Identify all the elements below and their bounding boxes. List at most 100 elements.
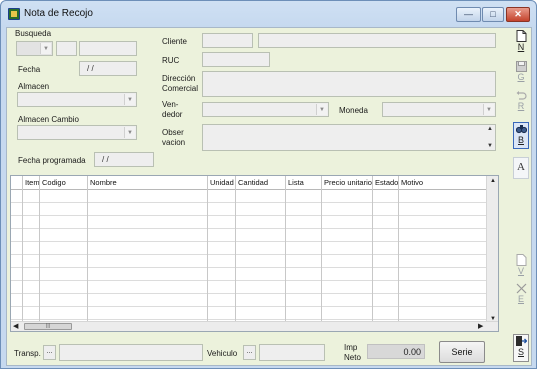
undo-icon xyxy=(516,91,527,100)
title-bar: Nota de Recojo — □ ✕ xyxy=(1,1,536,27)
row-line xyxy=(11,319,487,320)
moneda-combo[interactable]: ▼ xyxy=(382,102,496,117)
column-header-motivo[interactable]: Motivo xyxy=(399,176,459,189)
guardar-button[interactable]: G xyxy=(513,61,529,88)
fecha-value: / / xyxy=(87,64,94,73)
column-header-nombre[interactable]: Nombre xyxy=(88,176,208,189)
nuevo-shortcut: N xyxy=(517,42,525,52)
column-line xyxy=(235,176,236,323)
new-document-icon xyxy=(516,30,526,42)
direccion-field[interactable] xyxy=(202,71,496,97)
transp-label: Transp. xyxy=(14,349,41,358)
column-header-cantidad[interactable]: Cantidad xyxy=(236,176,286,189)
row-line xyxy=(11,267,487,268)
vendedor-label-1: Ven- xyxy=(162,100,179,109)
fecha-programada-field[interactable]: / / xyxy=(94,152,154,167)
imp-label-2: Neto xyxy=(344,353,361,362)
salir-button[interactable]: S xyxy=(513,334,529,362)
ver-shortcut: V xyxy=(517,266,524,276)
fecha-field[interactable]: / / xyxy=(79,61,137,76)
chevron-down-icon[interactable]: ▼ xyxy=(124,94,135,105)
minimize-button[interactable]: — xyxy=(456,7,481,22)
ver-button[interactable]: V xyxy=(513,254,529,281)
busqueda-type-combo[interactable]: ▼ xyxy=(16,41,53,56)
almacen-combo[interactable]: ▼ xyxy=(17,92,137,107)
fuente-button[interactable]: A xyxy=(513,157,529,179)
form-panel: Busqueda ▼ Fecha / / Almacen ▼ Almacen C… xyxy=(6,27,532,366)
column-line xyxy=(39,176,40,323)
cliente-code-field[interactable] xyxy=(202,33,253,48)
binoculars-icon xyxy=(515,125,527,134)
transp-field[interactable] xyxy=(59,344,203,361)
cliente-name-field[interactable] xyxy=(258,33,496,48)
scroll-up-icon[interactable]: ▲ xyxy=(487,126,493,132)
row-line xyxy=(11,241,487,242)
close-button[interactable]: ✕ xyxy=(506,7,530,22)
buscar-shortcut: B xyxy=(517,135,524,145)
revertir-button[interactable]: R xyxy=(513,91,529,118)
nuevo-button[interactable]: N xyxy=(513,30,529,57)
save-icon xyxy=(515,61,527,72)
almacen-label: Almacen xyxy=(18,82,50,91)
app-icon xyxy=(8,8,20,20)
vehiculo-lookup-button[interactable]: ... xyxy=(243,345,256,360)
column-line xyxy=(285,176,286,323)
almacen-cambio-combo[interactable]: ▼ xyxy=(17,125,137,140)
column-header-unidad[interactable]: Unidad xyxy=(208,176,238,189)
column-header-lista[interactable]: Lista xyxy=(286,176,321,189)
window-title: Nota de Recojo xyxy=(24,8,93,19)
guardar-shortcut: G xyxy=(517,72,525,82)
row-line xyxy=(11,280,487,281)
fecha-label: Fecha xyxy=(18,65,41,74)
column-line xyxy=(372,176,373,323)
column-line xyxy=(207,176,208,323)
horizontal-scroll-thumb[interactable]: ||| xyxy=(24,323,72,330)
eliminar-button[interactable]: E xyxy=(513,283,529,310)
items-grid[interactable]: Item Codigo Nombre Unidad Cantidad Lista… xyxy=(10,175,499,332)
transp-lookup-button[interactable]: ... xyxy=(43,345,56,360)
chevron-down-icon[interactable]: ▼ xyxy=(40,43,51,54)
fecha-programada-label: Fecha programada xyxy=(18,156,86,165)
row-line xyxy=(11,306,487,307)
revertir-shortcut: R xyxy=(517,101,525,111)
maximize-button[interactable]: □ xyxy=(482,7,504,22)
row-line xyxy=(11,228,487,229)
cliente-label: Cliente xyxy=(162,37,187,46)
imp-neto-value: 0.00 xyxy=(403,347,421,357)
grid-vertical-scrollbar[interactable]: ▲ ▼ xyxy=(486,176,498,323)
busqueda-numero-field[interactable] xyxy=(79,41,137,56)
chevron-down-icon[interactable]: ▼ xyxy=(124,127,135,138)
window: Nota de Recojo — □ ✕ Busqueda ▼ Fecha / … xyxy=(0,0,537,369)
column-header-precio-unitario[interactable]: Precio unitario xyxy=(322,176,374,189)
column-line xyxy=(22,176,23,323)
vendedor-combo[interactable]: ▼ xyxy=(202,102,329,117)
vehiculo-field[interactable] xyxy=(259,344,325,361)
scroll-up-icon[interactable]: ▲ xyxy=(490,178,496,184)
buscar-button[interactable]: B xyxy=(513,122,529,149)
delete-icon xyxy=(516,283,526,294)
ruc-field[interactable] xyxy=(202,52,270,67)
column-line xyxy=(398,176,399,323)
observacion-label-1: Obser xyxy=(162,128,184,137)
chevron-down-icon[interactable]: ▼ xyxy=(316,104,327,115)
imp-label-1: Imp xyxy=(344,343,358,352)
row-line xyxy=(11,293,487,294)
vendedor-label-2: dedor xyxy=(162,110,183,119)
scroll-right-icon[interactable]: ▶ xyxy=(478,322,483,330)
fecha-programada-value: / / xyxy=(102,155,109,164)
column-header-codigo[interactable]: Codigo xyxy=(40,176,87,189)
ruc-label: RUC xyxy=(162,56,180,65)
scroll-left-icon[interactable]: ◀ xyxy=(13,322,18,330)
observacion-field[interactable]: ▲ ▼ xyxy=(202,124,496,151)
row-line xyxy=(11,254,487,255)
chevron-down-icon[interactable]: ▼ xyxy=(483,104,494,115)
busqueda-serie-field[interactable] xyxy=(56,41,77,56)
eliminar-shortcut: E xyxy=(517,294,524,304)
grid-horizontal-scrollbar[interactable]: ◀ ||| ▶ xyxy=(11,321,498,331)
busqueda-label: Busqueda xyxy=(15,29,52,38)
serie-button[interactable]: Serie xyxy=(439,341,485,363)
scroll-down-icon[interactable]: ▼ xyxy=(487,143,493,149)
row-line xyxy=(11,215,487,216)
vehiculo-label: Vehiculo xyxy=(207,349,238,358)
direccion-label-2: Comercial xyxy=(162,84,199,93)
